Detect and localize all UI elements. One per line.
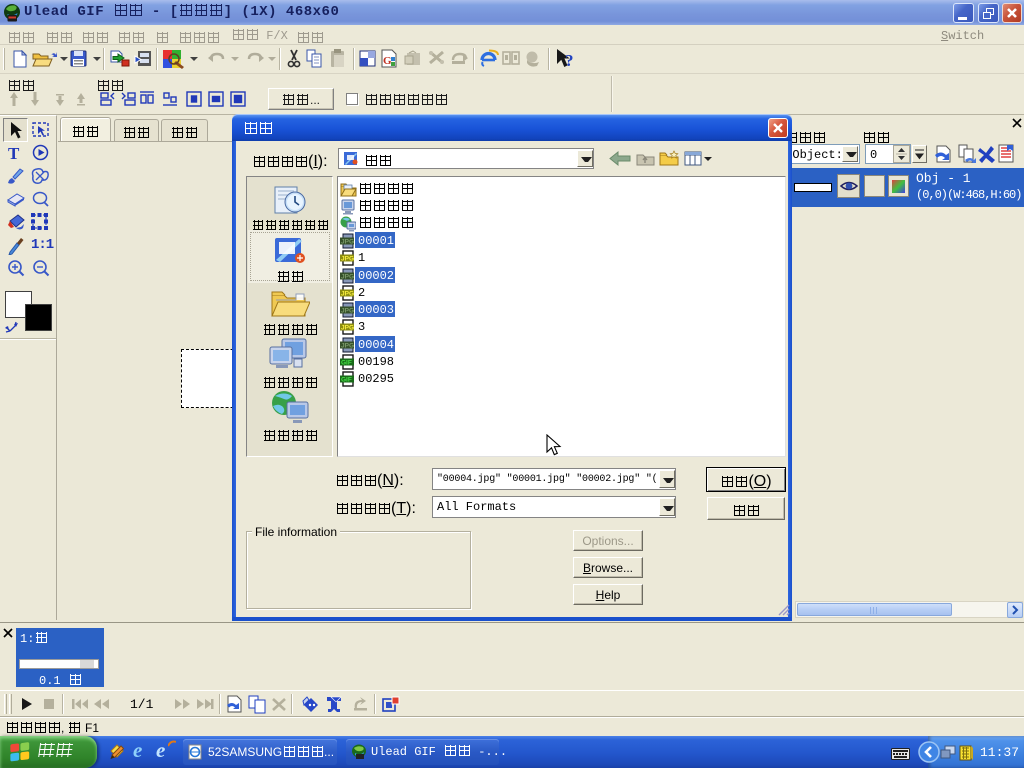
svg-text:JPG: JPG	[341, 256, 354, 263]
svg-text:G: G	[383, 55, 392, 67]
svg-text:JPG: JPG	[341, 325, 354, 332]
svg-text:JPG: JPG	[341, 308, 354, 315]
svg-text:JPG: JPG	[341, 343, 354, 350]
svg-text:?: ?	[565, 51, 574, 70]
svg-text:JPG: JPG	[341, 291, 354, 298]
svg-text:JPG: JPG	[341, 239, 354, 246]
svg-text:T: T	[8, 144, 20, 161]
svg-text:JPG: JPG	[341, 274, 354, 281]
svg-text:GIF: GIF	[341, 377, 352, 384]
svg-text:GIF: GIF	[341, 360, 352, 367]
